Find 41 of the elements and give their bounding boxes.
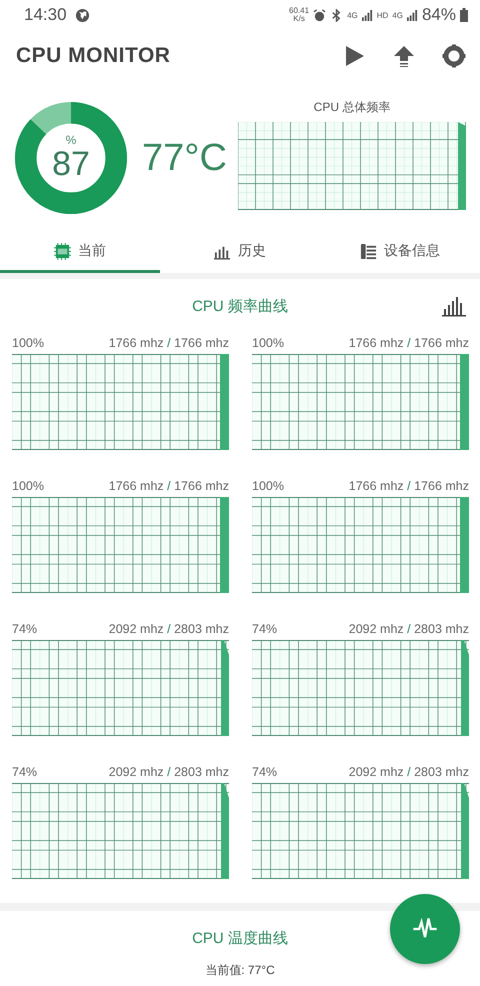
temperature-value: 77°C [142, 136, 228, 180]
current-temperature: 当前值: 77°C [205, 962, 275, 979]
settings-icon[interactable] [442, 44, 466, 68]
usage-value: 87 [52, 146, 90, 182]
network-type: 4G [347, 10, 358, 20]
core-frequency: 2092 mhz / 2803 mhz [348, 622, 469, 636]
core-usage: 74% [252, 622, 278, 636]
battery-icon [460, 8, 468, 22]
core-usage: 100% [12, 336, 44, 350]
signal-icon [362, 10, 373, 20]
core-frequency: 2092 mhz / 2803 mhz [108, 622, 229, 636]
network-speed: 60.41 K/s [289, 7, 310, 23]
core-frequency: 1766 mhz / 1766 mhz [108, 336, 229, 350]
core-usage: 100% [12, 478, 44, 492]
status-time: 14:30 [24, 5, 67, 25]
core-usage: 100% [252, 336, 284, 350]
core-frequency: 2092 mhz / 2803 mhz [348, 764, 469, 778]
bluetooth-icon [330, 8, 344, 22]
core-usage: 100% [252, 478, 284, 492]
app-title: CPU MONITOR [16, 44, 170, 68]
signal-icon [406, 10, 418, 20]
network-type: 4G [392, 10, 403, 20]
core-usage: 74% [252, 764, 278, 778]
chart-title: CPU 总体频率 [314, 98, 390, 116]
core-usage: 74% [12, 622, 38, 636]
bar-chart-icon[interactable] [442, 297, 466, 317]
core-usage: 74% [12, 764, 38, 778]
battery-percent: 84% [422, 5, 456, 25]
globe-icon [74, 8, 90, 22]
core-frequency: 2092 mhz / 2803 mhz [108, 764, 229, 778]
alarm-icon [313, 8, 326, 22]
core-frequency: 1766 mhz / 1766 mhz [108, 478, 229, 492]
upload-icon[interactable] [392, 44, 416, 68]
chip-icon [54, 242, 71, 260]
list-icon [360, 242, 377, 260]
core-frequency: 1766 mhz / 1766 mhz [348, 336, 469, 350]
core-frequency: 1766 mhz / 1766 mhz [348, 478, 469, 492]
hd-label: HD [376, 10, 388, 20]
card-title: CPU 温度曲线 [192, 929, 288, 948]
card-title: CPU 频率曲线 [192, 296, 288, 316]
percent-sign: % [66, 134, 76, 146]
